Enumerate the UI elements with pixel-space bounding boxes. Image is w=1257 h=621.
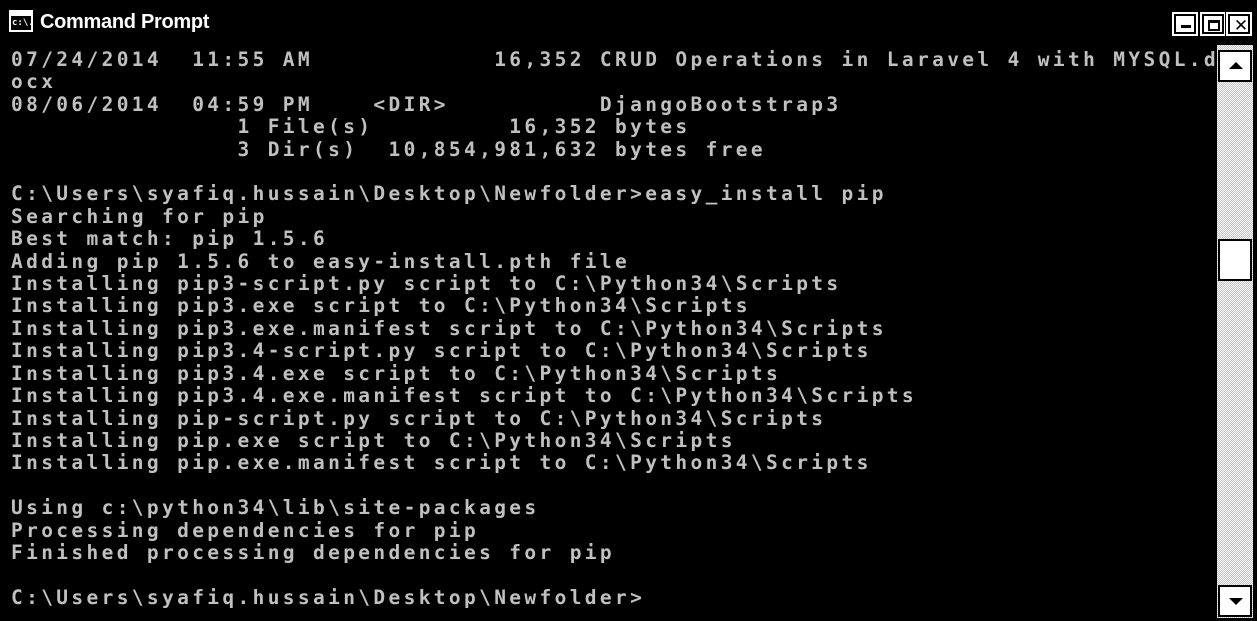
maximize-icon — [1202, 14, 1224, 34]
console-line: Installing pip3.4.exe script to C:\Pytho… — [11, 361, 782, 385]
console-line: Using c:\python34\lib\site-packages — [11, 496, 540, 520]
console-line: Finished processing dependencies for pip — [11, 540, 615, 564]
close-icon: ✕ — [1228, 14, 1250, 36]
scroll-down-button[interactable] — [1218, 585, 1252, 617]
window-title: Command Prompt — [40, 11, 210, 33]
console-line: Searching for pip — [11, 204, 268, 228]
vertical-scrollbar[interactable] — [1217, 45, 1253, 618]
console-line: Processing dependencies for pip — [11, 518, 480, 542]
console-line: 3 Dir(s) 10,854,981,632 bytes free — [11, 137, 766, 161]
console-output[interactable]: 07/24/2014 11:55 AM 16,352 CRUD Operatio… — [7, 45, 1215, 617]
console-line: 07/24/2014 11:55 AM 16,352 CRUD Operatio… — [11, 48, 1215, 71]
console-line: Installing pip3.4-script.py script to C:… — [11, 339, 872, 363]
command-prompt-window: c:\. Command Prompt ✕ 07/24/2014 11:55 A… — [0, 0, 1257, 621]
console-line: Installing pip-script.py script to C:\Py… — [11, 406, 827, 430]
console-line: Best match: pip 1.5.6 — [11, 227, 329, 251]
console-line: Installing pip3.exe script to C:\Python3… — [11, 294, 751, 318]
scroll-thumb[interactable] — [1218, 238, 1252, 281]
scroll-up-button[interactable] — [1218, 50, 1252, 82]
console-line: Installing pip.exe.manifest script to C:… — [11, 451, 872, 475]
close-glyph: ✕ — [1233, 16, 1249, 36]
console-line: C:\Users\syafiq.hussain\Desktop\Newfolde… — [11, 182, 887, 206]
console-line: Adding pip 1.5.6 to easy-install.pth fil… — [11, 249, 631, 273]
console-line: C:\Users\syafiq.hussain\Desktop\Newfolde… — [11, 585, 646, 609]
console-line: Installing pip3.exe.manifest script to C… — [11, 316, 887, 340]
console-line: 1 File(s) 16,352 bytes — [11, 115, 691, 139]
console-line: Installing pip3.4.exe.manifest script to… — [11, 384, 917, 408]
minimize-button[interactable] — [1171, 11, 1199, 37]
console-text: 07/24/2014 11:55 AM 16,352 CRUD Operatio… — [7, 45, 1215, 609]
console-line: 08/06/2014 04:59 PM <DIR> DjangoBootstra… — [11, 92, 842, 116]
console-line: Installing pip3-script.py script to C:\P… — [11, 272, 842, 296]
console-line: Installing pip.exe script to C:\Python34… — [11, 428, 736, 452]
scroll-down-arrow-icon — [1229, 598, 1243, 605]
cmd-icon[interactable]: c:\. — [9, 10, 34, 32]
maximize-button[interactable] — [1199, 11, 1227, 37]
scroll-up-arrow-icon — [1229, 62, 1243, 69]
close-button[interactable]: ✕ — [1225, 11, 1253, 37]
title-bar[interactable]: c:\. Command Prompt ✕ — [4, 4, 1253, 40]
console-line: ocx — [11, 70, 57, 94]
minimize-icon — [1174, 14, 1196, 34]
